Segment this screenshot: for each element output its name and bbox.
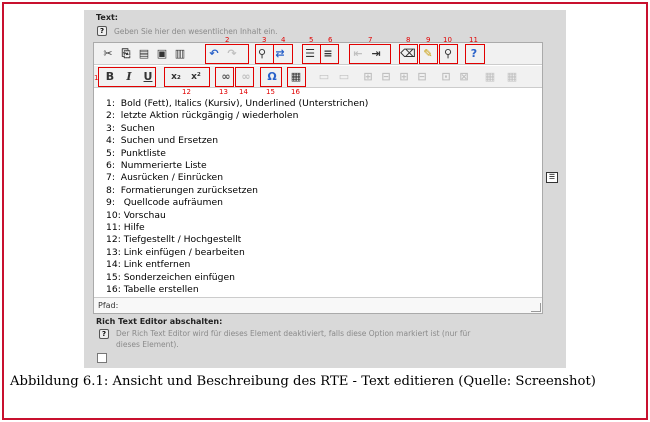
- marker-15: 15: [266, 88, 275, 96]
- insert-row-icon[interactable]: ⊞: [360, 69, 376, 85]
- rte-help-icon[interactable]: ?: [99, 329, 109, 339]
- paste-icon[interactable]: ▤: [136, 46, 152, 62]
- delete-row-icon[interactable]: ⊟: [378, 69, 394, 85]
- marker-box-4: [273, 44, 293, 64]
- paste-word-icon[interactable]: ▥: [172, 46, 188, 62]
- copy-icon[interactable]: ⎘: [118, 46, 134, 62]
- marker-12: 12: [182, 88, 191, 96]
- toolbar-row-2: B I U x₂ x² ∞ ∞ Ω ▦ ▭ ▭ ⊞ ⊟ ⊞ ⊟ ⊡ ⊠ ▦ ▦: [94, 66, 542, 88]
- marker-9: 9: [426, 36, 431, 44]
- insert-col-icon[interactable]: ⊞: [396, 69, 412, 85]
- marker-box-8: [399, 44, 418, 64]
- content-line: 3: Suchen: [106, 122, 155, 134]
- marker-box-11: [465, 44, 485, 64]
- marker-box-12: [164, 67, 210, 87]
- marker-3: 3: [262, 36, 267, 44]
- marker-box-10: [439, 44, 458, 64]
- marker-box-6: [320, 44, 339, 64]
- content-line: 11: Hilfe: [106, 222, 145, 234]
- marker-box-3: [255, 44, 274, 64]
- content-line: 12: Tiefgestellt / Hochgestellt: [106, 234, 242, 246]
- marker-box-1: [98, 67, 156, 87]
- help-icon[interactable]: ?: [97, 26, 107, 36]
- figure-caption: Abbildung 6.1: Ansicht und Beschreibung …: [10, 374, 596, 389]
- content-line: 4: Suchen und Ersetzen: [106, 135, 219, 147]
- table-props-icon[interactable]: ▭: [316, 69, 332, 85]
- content-line: 5: Punktliste: [106, 147, 166, 159]
- marker-box-13: [215, 67, 234, 87]
- content-line: 2: letzte Aktion rückgängig / wiederhole…: [106, 110, 299, 122]
- marker-10: 10: [443, 36, 452, 44]
- path-label: Pfad:: [98, 301, 119, 310]
- marker-6: 6: [328, 36, 333, 44]
- merge-cells-icon[interactable]: ⊠: [456, 69, 472, 85]
- marker-box-7: [349, 44, 391, 64]
- content-line: 9: Quellcode aufräumen: [106, 197, 223, 209]
- content-line: 7: Ausrücken / Einrücken: [106, 172, 224, 184]
- rte-disable-checkbox[interactable]: [97, 353, 107, 363]
- content-line: 8: Formatierungen zurücksetzen: [106, 184, 258, 196]
- table-cell-icon[interactable]: ▭: [336, 69, 352, 85]
- marker-14: 14: [239, 88, 248, 96]
- marker-box-14: [235, 67, 254, 87]
- editor-content[interactable]: 1: Bold (Fett), Italics (Kursiv), Underl…: [106, 98, 368, 297]
- marker-box-9: [419, 44, 438, 64]
- marker-box-2: [205, 44, 249, 64]
- table-grid2-icon[interactable]: ▦: [504, 69, 520, 85]
- marker-11: 11: [469, 36, 478, 44]
- list-toggle-icon[interactable]: ☰: [546, 172, 558, 183]
- text-field-hint: Geben Sie hier den wesentlichen Inhalt e…: [114, 27, 278, 36]
- marker-16: 16: [291, 88, 300, 96]
- marker-7: 7: [368, 36, 373, 44]
- rte-disable-label: Rich Text Editor abschalten:: [96, 317, 223, 326]
- content-line: 1: Bold (Fett), Italics (Kursiv), Underl…: [106, 98, 369, 109]
- content-line: 10: Vorschau: [106, 209, 166, 221]
- marker-2: 2: [225, 36, 230, 44]
- marker-box-15: [260, 67, 282, 87]
- rte-hint-line-1: Der Rich Text Editor wird für dieses Ele…: [116, 329, 471, 338]
- marker-13: 13: [219, 88, 228, 96]
- delete-col-icon[interactable]: ⊟: [414, 69, 430, 85]
- rte-hint-line-2: dieses Element).: [116, 340, 179, 349]
- table-grid-icon[interactable]: ▦: [482, 69, 498, 85]
- paste-text-icon[interactable]: ▣: [154, 46, 170, 62]
- content-line: 6: Nummerierte Liste: [106, 160, 207, 172]
- marker-1: 1: [94, 74, 99, 82]
- marker-box-16: [287, 67, 306, 87]
- text-field-label: Text:: [96, 13, 119, 22]
- marker-8: 8: [406, 36, 411, 44]
- split-cells-icon[interactable]: ⊡: [438, 69, 454, 85]
- marker-4: 4: [281, 36, 286, 44]
- content-line: 15: Sonderzeichen einfügen: [106, 271, 235, 283]
- marker-box-5: [302, 44, 321, 64]
- content-line: 13: Link einfügen / bearbeiten: [106, 246, 245, 258]
- cut-icon[interactable]: ✂: [100, 46, 116, 62]
- marker-5: 5: [309, 36, 314, 44]
- resize-grip-icon[interactable]: [531, 303, 541, 312]
- path-bar: Pfad:: [94, 297, 542, 313]
- content-line: 16: Tabelle erstellen: [106, 284, 199, 296]
- content-line: 14: Link entfernen: [106, 259, 191, 271]
